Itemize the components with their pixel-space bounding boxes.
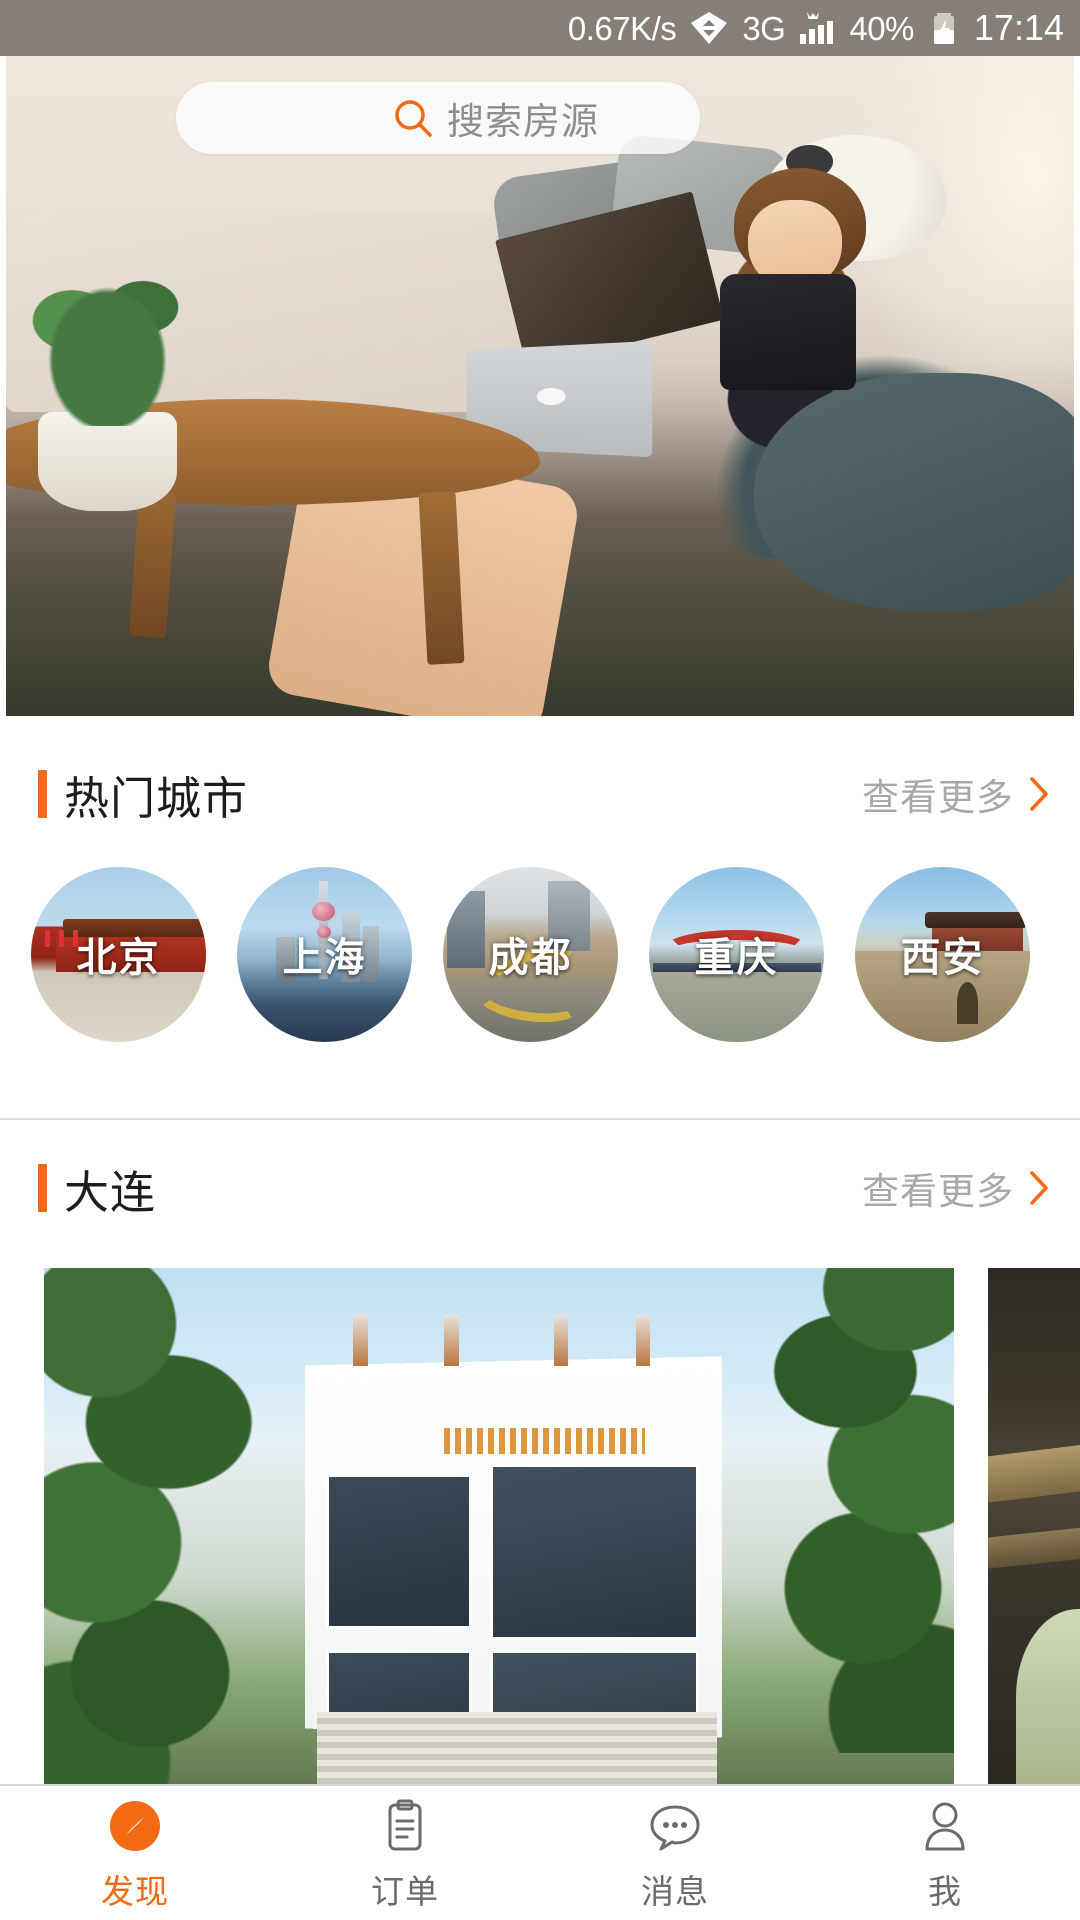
city-label: 重庆 <box>694 936 779 980</box>
chat-bubble-icon <box>646 1797 704 1855</box>
villa-spire <box>444 1314 459 1367</box>
network-speed: 0.67K/s <box>567 9 677 47</box>
network-type-label: 3G <box>742 9 786 47</box>
xian-gate <box>956 982 978 1024</box>
search-content: 搜索房源 <box>393 91 599 145</box>
tab-discover[interactable]: 发现 <box>0 1786 270 1920</box>
view-more-label: 查看更多 <box>862 777 1014 818</box>
villa-tree-right <box>717 1268 954 1754</box>
villa-signage <box>444 1427 645 1454</box>
compass-icon <box>106 1797 164 1855</box>
villa-spire <box>353 1314 368 1367</box>
white-modern-villa-photo <box>44 1268 954 1784</box>
hero-person-top <box>719 273 857 390</box>
chevron-right-icon <box>1028 775 1050 813</box>
section-title-dalian: 大连 <box>64 1166 157 1218</box>
network-type: 3G <box>742 9 786 47</box>
search-icon <box>393 98 433 138</box>
view-more-hot-cities-button[interactable]: 查看更多 <box>862 767 1050 821</box>
clipboard-icon <box>376 1797 434 1855</box>
hot-cities-list[interactable]: 北京 上海 成都 重庆 西安 <box>0 848 1080 1060</box>
data-transfer-icon <box>689 9 729 47</box>
hero-background-image <box>6 56 1074 716</box>
section-header-hot-cities: 热门城市 查看更多 <box>0 746 1080 842</box>
battery-percent-label: 40% <box>849 9 914 47</box>
dalian-listing-carousel[interactable] <box>0 1268 1080 1784</box>
hero-banner[interactable] <box>6 56 1074 716</box>
tab-messages[interactable]: 消息 <box>540 1786 810 1920</box>
section-divider <box>0 1118 1080 1120</box>
city-item-chengdu[interactable]: 成都 <box>443 866 618 1042</box>
hero-scene <box>6 56 1074 716</box>
interior-wood-beam <box>988 1427 1080 1506</box>
interior-wood-beam <box>988 1512 1080 1571</box>
search-bar[interactable]: 搜索房源 <box>176 82 700 154</box>
signal-bars-icon <box>798 10 836 46</box>
tab-profile[interactable]: 我 <box>810 1786 1080 1920</box>
network-speed-label: 0.67K/s <box>567 9 677 47</box>
battery-percent: 40% <box>849 12 914 45</box>
villa-window <box>489 1464 700 1640</box>
status-bar: 0.67K/s 3G 40% 17:14 <box>0 0 1080 56</box>
clock: 17:14 <box>974 7 1064 49</box>
shanghai-tower-sphere <box>312 901 335 921</box>
tab-label: 订单 <box>371 1873 439 1910</box>
tab-orders[interactable]: 订单 <box>270 1786 540 1920</box>
section-title-hot-cities: 热门城市 <box>64 772 249 824</box>
view-more-dalian-button[interactable]: 查看更多 <box>862 1161 1050 1215</box>
listing-card[interactable] <box>988 1268 1080 1784</box>
tab-label: 发现 <box>101 1873 169 1910</box>
listing-card[interactable] <box>44 1268 954 1784</box>
search-input[interactable]: 搜索房源 <box>447 91 599 145</box>
city-label: 成都 <box>488 936 573 980</box>
section-accent-bar <box>38 770 47 818</box>
tab-label: 消息 <box>641 1873 709 1910</box>
section-header-dalian: 大连 查看更多 <box>0 1140 1080 1236</box>
city-item-chongqing[interactable]: 重庆 <box>649 866 824 1042</box>
section-accent-bar <box>38 1164 47 1212</box>
city-item-shanghai[interactable]: 上海 <box>237 866 412 1042</box>
hero-plant-pot <box>38 412 177 512</box>
dark-wood-interior-photo <box>988 1268 1080 1784</box>
hero-plant-leaves <box>27 260 188 426</box>
bottom-navigation-bar[interactable]: 发现 订单 消息 我 <box>0 1784 1080 1920</box>
villa-spire <box>553 1314 569 1367</box>
tab-label: 我 <box>928 1873 962 1910</box>
clock-label: 17:14 <box>973 7 1064 48</box>
city-label: 上海 <box>282 936 367 980</box>
interior-arched-window <box>1016 1608 1080 1784</box>
battery-charging-icon <box>927 11 961 45</box>
villa-tree-left <box>44 1268 317 1784</box>
city-item-xian[interactable]: 西安 <box>855 866 1030 1042</box>
villa-window <box>326 1474 472 1630</box>
person-icon <box>916 1797 974 1855</box>
chevron-right-icon <box>1028 1169 1050 1207</box>
view-more-label: 查看更多 <box>862 1171 1014 1212</box>
villa-spire <box>635 1314 651 1367</box>
city-item-beijing[interactable]: 北京 <box>31 866 206 1042</box>
villa-staircase <box>317 1711 718 1784</box>
city-label: 西安 <box>900 936 985 980</box>
city-label: 北京 <box>76 936 161 980</box>
